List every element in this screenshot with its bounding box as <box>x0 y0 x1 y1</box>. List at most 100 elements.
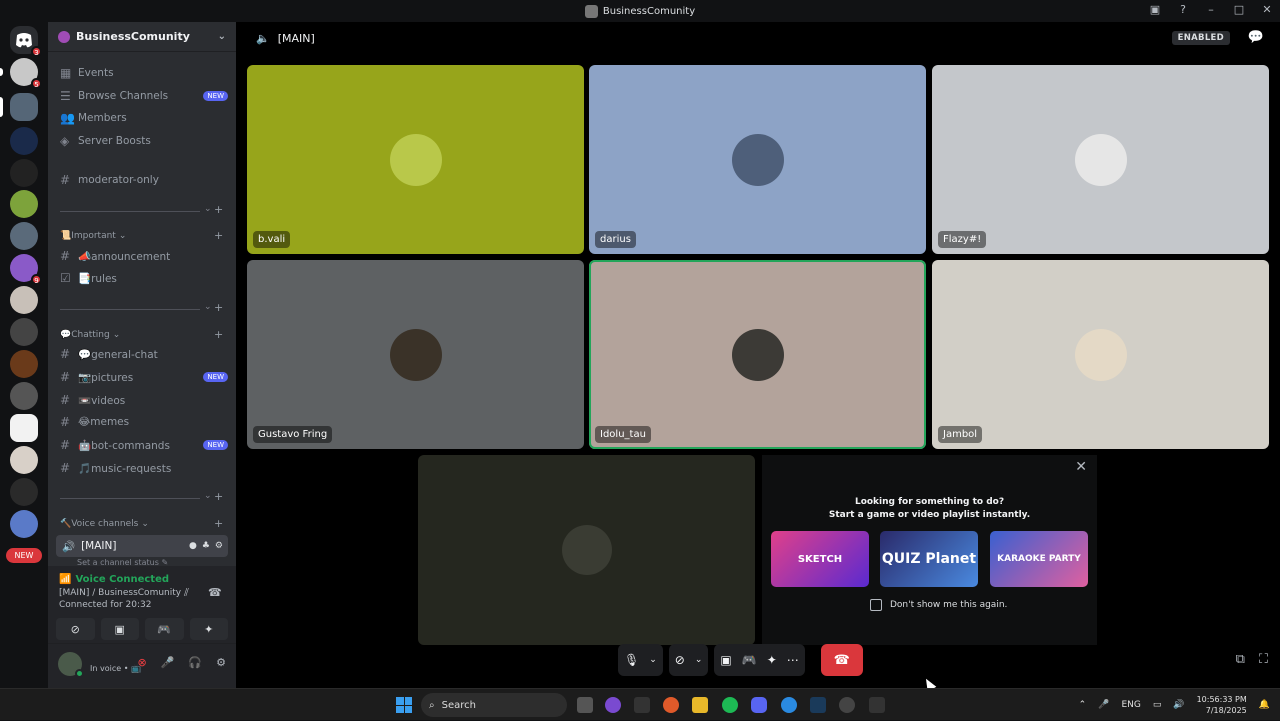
minimize-button[interactable]: – <box>1204 3 1218 16</box>
gamepad-icon[interactable]: 🎮 <box>742 653 757 667</box>
server-icon[interactable]: 9 <box>10 254 42 285</box>
server-icon[interactable] <box>10 127 38 155</box>
server-icon[interactable] <box>10 190 38 218</box>
add-channel-icon[interactable]: + <box>214 301 223 314</box>
volume-icon[interactable]: 🔊 <box>1173 700 1184 710</box>
category-important[interactable]: 📜Important ⌄ <box>60 231 126 241</box>
discord-home-icon[interactable]: 3 <box>10 26 42 57</box>
server-header[interactable]: BusinessComunity ⌄ <box>48 22 236 52</box>
headphones-icon[interactable]: 🎧 <box>188 656 202 669</box>
help-icon[interactable]: ? <box>1176 3 1190 16</box>
epic-games-icon[interactable] <box>634 697 650 713</box>
avatar[interactable] <box>58 652 84 678</box>
add-channel-icon[interactable]: + <box>214 229 223 242</box>
voice-connected-status[interactable]: 📶 Voice Connected <box>59 574 169 585</box>
dont-show-again[interactable]: Don't show me this again. <box>870 599 1007 611</box>
server-icon[interactable] <box>10 478 38 506</box>
network-icon[interactable]: ▭ <box>1153 700 1162 710</box>
server-icon[interactable] <box>10 382 38 410</box>
soundboard-icon[interactable]: ✦ <box>767 653 777 667</box>
server-icon[interactable] <box>10 414 38 442</box>
add-channel-icon[interactable]: + <box>214 490 223 503</box>
participant-tile[interactable]: Idolu_tau <box>589 260 926 449</box>
gear-icon[interactable]: ⚙ <box>215 541 223 551</box>
channel-videos[interactable]: # 📼videos <box>56 390 228 410</box>
chat-bubble-icon[interactable]: ● <box>189 541 197 551</box>
chevron-up-icon[interactable]: ⌃ <box>1079 700 1087 710</box>
participant-tile[interactable]: darius <box>589 65 926 254</box>
category-voice-channels[interactable]: 🔨Voice channels ⌄ <box>60 519 149 529</box>
close-icon[interactable]: ✕ <box>1075 459 1087 475</box>
fullscreen-icon[interactable]: ⛶ <box>1259 652 1268 667</box>
activity-card-quiz-planet[interactable]: QUIZ Planet <box>880 531 978 587</box>
channel-bot-commands[interactable]: # 🤖bot-commands NEW <box>56 435 228 455</box>
browser-icon[interactable] <box>663 697 679 713</box>
new-servers-pill[interactable]: NEW <box>6 548 42 563</box>
task-view-icon[interactable] <box>577 697 593 713</box>
steam-icon[interactable] <box>810 697 826 713</box>
channel-pictures[interactable]: # 📷pictures NEW <box>56 367 228 387</box>
menu-item-browse-channels[interactable]: ☰ Browse Channels NEW <box>56 86 228 106</box>
inbox-icon[interactable]: ▣ <box>1148 3 1162 16</box>
server-icon[interactable]: 5 <box>0 58 42 89</box>
camera-off-button[interactable]: ⊘ <box>56 618 95 640</box>
participant-tile[interactable]: b.vali <box>247 65 584 254</box>
activity-card-karaoke-party[interactable]: KARAOKE PARTY <box>990 531 1088 587</box>
windows-start-icon[interactable] <box>396 697 412 713</box>
channel-general-chat[interactable]: # 💬general-chat <box>56 344 228 364</box>
add-channel-icon[interactable]: + <box>214 517 223 530</box>
menu-item-members[interactable]: 👥 Members <box>56 108 228 128</box>
activity-card-sketch[interactable]: SKETCH <box>771 531 869 587</box>
voice-location[interactable]: [MAIN] / BusinessComunity <box>59 588 181 598</box>
more-icon[interactable]: ⋯ <box>787 653 799 667</box>
epic-launcher-icon[interactable] <box>869 697 885 713</box>
channel-announcement[interactable]: # 📣announcement <box>56 246 228 266</box>
file-explorer-icon[interactable] <box>692 697 708 713</box>
server-icon[interactable] <box>10 350 38 378</box>
popout-icon[interactable]: ⧉ <box>1236 652 1245 667</box>
disconnect-icon[interactable]: ☎ <box>208 586 222 599</box>
gear-icon[interactable]: ⚙ <box>216 656 226 669</box>
language-indicator[interactable]: ENG <box>1121 700 1140 710</box>
deafen-camera-icon[interactable]: ⊗ <box>138 656 147 669</box>
self-video-tile[interactable] <box>418 455 755 645</box>
server-icon[interactable] <box>10 159 38 187</box>
server-icon[interactable] <box>0 93 38 121</box>
invite-icon[interactable]: ♣ <box>202 541 210 551</box>
channel-music-requests[interactable]: # 🎵music-requests <box>56 458 228 478</box>
spotify-icon[interactable] <box>722 697 738 713</box>
chevron-down-icon[interactable]: ⌄ <box>695 655 703 665</box>
participant-tile[interactable]: Flazy#! <box>932 65 1269 254</box>
participant-tile[interactable]: Gustavo Fring <box>247 260 584 449</box>
discord-icon[interactable] <box>751 697 767 713</box>
notification-icon[interactable]: 🔔 <box>1259 700 1270 710</box>
clock[interactable]: 10:56:33 PM 7/18/2025 <box>1197 694 1247 716</box>
chrome-icon[interactable] <box>781 697 797 713</box>
server-icon[interactable] <box>10 446 38 474</box>
menu-item-events[interactable]: ▦ Events <box>56 63 228 83</box>
channel-rules[interactable]: ☑ 📑rules <box>56 268 228 288</box>
participant-tile[interactable]: Jambol <box>932 260 1269 449</box>
obs-icon[interactable] <box>839 697 855 713</box>
soundboard-button[interactable]: ✦ <box>189 618 228 640</box>
taskbar-search[interactable]: ⌕ Search <box>421 693 567 717</box>
channel-memes[interactable]: # 😂memes <box>56 412 228 432</box>
server-icon[interactable] <box>10 222 38 250</box>
close-window-button[interactable]: ✕ <box>1260 3 1274 16</box>
category-chatting[interactable]: 💬Chatting ⌄ <box>60 330 120 340</box>
microphone-icon[interactable]: 🎙 <box>624 653 639 667</box>
enabled-badge[interactable]: ENABLED <box>1171 31 1230 45</box>
activities-button[interactable]: 🎮 <box>145 618 184 640</box>
add-channel-icon[interactable]: + <box>214 203 223 216</box>
microphone-tray-icon[interactable]: 🎤 <box>1098 700 1109 710</box>
server-icon[interactable] <box>10 510 38 538</box>
add-channel-icon[interactable]: + <box>214 328 223 341</box>
copilot-icon[interactable] <box>605 697 621 713</box>
menu-item-server-boosts[interactable]: ◈ Server Boosts <box>56 131 228 151</box>
noise-suppression-icon[interactable]: ⫽ <box>184 586 189 600</box>
checkbox[interactable] <box>870 599 882 611</box>
voice-channel-main[interactable]: 🔊 [MAIN] ● ♣ ⚙ <box>56 535 228 557</box>
microphone-icon[interactable]: 🎤 <box>161 656 175 669</box>
maximize-button[interactable]: □ <box>1232 3 1246 16</box>
screen-share-icon[interactable]: ▣ <box>720 653 731 667</box>
